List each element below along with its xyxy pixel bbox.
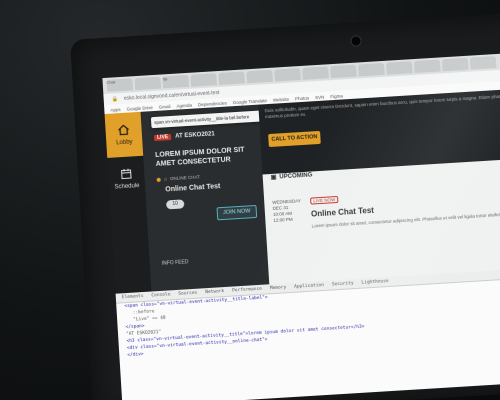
browser-tab[interactable] [218, 71, 245, 85]
devtools-tab[interactable]: Memory [270, 285, 287, 291]
devtools-tab[interactable]: Sources [178, 291, 197, 297]
browser-tab[interactable]: Sp [162, 74, 190, 89]
info-feed-heading: INFO FEED [161, 259, 189, 267]
join-now-button[interactable]: JOIN NOW [216, 204, 258, 221]
devtools-tab[interactable]: Application [294, 283, 324, 290]
live-now-badge: LIVE NOW [310, 195, 339, 205]
calendar-icon: ▣ [270, 174, 277, 181]
live-badge: LIVE [153, 134, 172, 142]
browser-tab[interactable] [358, 62, 385, 77]
devtools-tab[interactable]: Performance [232, 287, 262, 294]
main-content: Duis sollicitudin, quam eget viverra tin… [258, 86, 500, 285]
attendee-count-badge: 10 [165, 199, 185, 210]
devtools-tab[interactable]: Security [332, 281, 354, 287]
home-icon [118, 124, 129, 136]
online-chat-label: ♫ ONLINE CHAT [156, 174, 201, 182]
lock-icon: 🔒 [111, 95, 119, 103]
upcoming-event-title[interactable]: Online Chat Test [311, 206, 374, 219]
browser-tab[interactable] [302, 66, 329, 80]
browser-tab[interactable] [330, 64, 357, 79]
live-event-panel: span.vn-virtual-event-activity__title-la… [140, 104, 270, 292]
event-title: LOREM IPSUM DOLOR SIT AMET CONSECTETUR [154, 146, 245, 168]
chat-name: Online Chat Test [165, 183, 221, 194]
sidebar-item-schedule[interactable]: Schedule [107, 156, 146, 202]
bookmark-item[interactable]: SVN [315, 94, 325, 100]
webcam-icon [350, 35, 362, 47]
devtools-tooltip: span.vn-virtual-event-activity__title-la… [150, 110, 262, 129]
date-line: 12:00 PM [273, 216, 293, 223]
online-chat-text: ONLINE CHAT [169, 174, 201, 182]
browser-tab[interactable] [469, 56, 497, 70]
sidebar-item-lobby[interactable]: Lobby [104, 111, 144, 158]
bookmark-item[interactable]: Apps [110, 107, 121, 113]
devtools-tab[interactable]: Lighthouse [361, 279, 388, 286]
browser-tab[interactable] [190, 73, 218, 87]
browser-tab[interactable] [274, 68, 301, 82]
sidebar-item-label: Schedule [114, 183, 140, 191]
laptop-bezel: Chat Sp 🔒 esko.local.signvond.ca/en/virt… [70, 11, 500, 400]
browser-tab[interactable] [246, 69, 273, 84]
bookmark-item[interactable]: Figma [330, 93, 343, 99]
live-row: LIVE AT ESKO2021 [153, 131, 215, 142]
bookmark-item[interactable]: Agenda [176, 102, 192, 108]
upcoming-heading: ▣ UPCOMING [271, 171, 313, 181]
browser-tab[interactable] [441, 57, 469, 72]
laptop-screen: Chat Sp 🔒 esko.local.signvond.ca/en/virt… [102, 50, 500, 400]
web-page: Lobby Schedule span.vn-virtual-event-act… [104, 86, 500, 294]
calendar-icon [121, 168, 132, 180]
upcoming-label: UPCOMING [279, 171, 313, 180]
devtools-tab[interactable]: Network [205, 289, 224, 295]
status-dot-icon [156, 177, 161, 182]
bookmark-item[interactable]: Photos [295, 95, 309, 101]
sidebar-item-label: Lobby [116, 139, 133, 147]
live-text: AT ESKO2021 [175, 131, 215, 140]
browser-tab[interactable]: Chat [106, 78, 134, 92]
bookmark-item[interactable]: Website [273, 96, 289, 102]
browser-tab[interactable] [385, 61, 413, 75]
browser-tab[interactable] [134, 76, 162, 91]
devtools-tab[interactable]: Console [151, 292, 170, 298]
event-date: WEDNESDAY DEC 31 10:00 AM 12:00 PM [272, 198, 302, 224]
photo-scene: Chat Sp 🔒 esko.local.signvond.ca/en/virt… [0, 0, 500, 400]
bookmark-item[interactable]: Gmail [159, 103, 171, 109]
devtools-tab[interactable]: Elements [122, 294, 144, 300]
browser-tab[interactable] [413, 59, 441, 74]
bookmark-item[interactable]: Google Drive [126, 105, 153, 112]
chat-icon: ♫ [163, 176, 168, 182]
